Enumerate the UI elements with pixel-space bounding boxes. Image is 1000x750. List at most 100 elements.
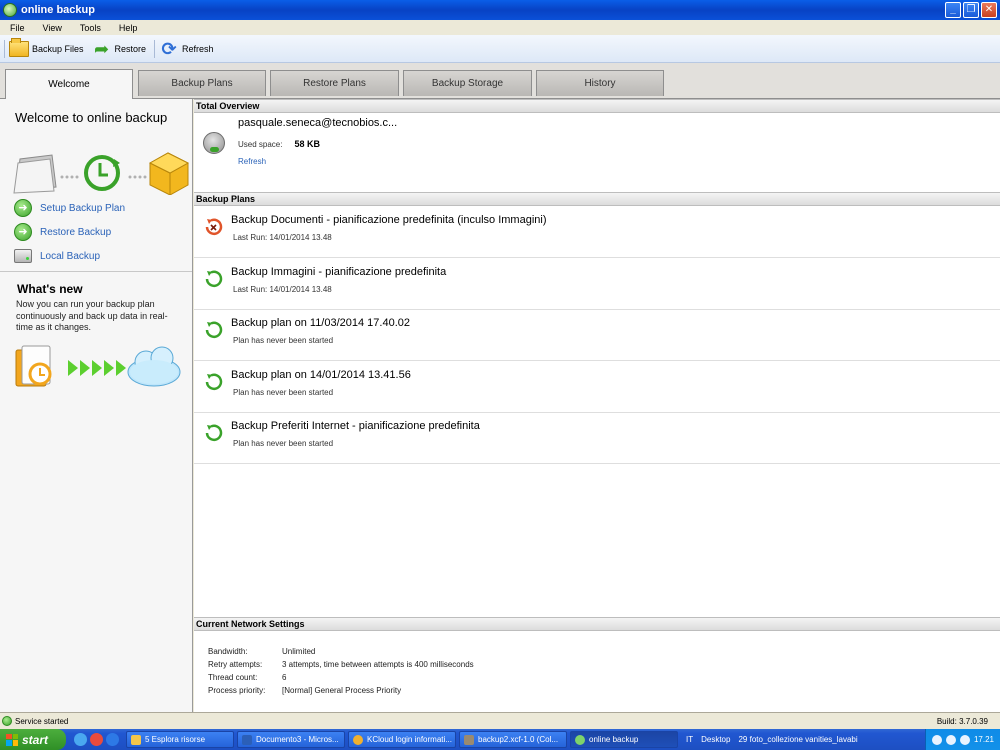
taskbar-item[interactable]: 5 Esplora risorse [126,731,234,748]
menu-help[interactable]: Help [109,23,146,33]
restore-label: Restore [114,43,147,54]
taskbar-item-label: Documento3 - Micros... [256,735,339,744]
folder-clock-icon [15,345,52,387]
taskbar-item-label: 5 Esplora risorse [145,735,206,744]
taskbar-item[interactable]: Documento3 - Micros... [237,731,345,748]
desktop-toolbar[interactable]: Desktop [701,735,730,744]
taskbar-item[interactable]: backup2.xcf-1.0 (Col... [459,731,567,748]
green-refresh-icon [205,321,223,339]
menu-view[interactable]: View [33,23,70,33]
tray-icon[interactable] [945,734,956,745]
clock[interactable]: 17.21 [974,735,994,744]
desktop-file-item[interactable]: 29 foto_collezione vanities_lavabi [738,735,858,744]
system-tray: 17.21 [924,729,1000,750]
network-key: Process priority: [208,686,266,695]
network-key: Thread count: [208,673,258,682]
online-backup-icon [575,734,585,745]
local-backup-link[interactable]: Local Backup [14,249,100,263]
used-space-value: 58 KB [294,139,320,149]
network-row-threads: Thread count: 6 [208,673,286,682]
backup-plan-item[interactable]: Backup plan on 11/03/2014 17.40.02 Plan … [194,310,1000,361]
network-row-priority: Process priority: [Normal] General Proce… [208,686,401,695]
maximize-button[interactable]: ❐ [963,2,979,18]
plan-name: Backup Documenti - pianificazione predef… [231,214,547,226]
minimize-button[interactable]: _ [945,2,961,18]
backup-plan-item[interactable]: Backup Preferiti Internet - pianificazio… [194,413,1000,464]
whats-new-text: Now you can run your backup plan continu… [16,299,168,332]
tab-restore-plans[interactable]: Restore Plans [270,70,399,96]
plan-status: Plan has never been started [233,388,334,397]
word-icon [242,734,252,745]
close-button[interactable]: ✕ [981,2,997,18]
build-version: Build: 3.7.0.39 [936,716,988,726]
folder-icon [9,37,29,57]
start-label: start [22,732,49,747]
network-value: 3 attempts, time between attempts is 400… [282,660,474,669]
setup-backup-plan-label: Setup Backup Plan [40,202,126,214]
chrome-icon [353,734,363,745]
tab-welcome[interactable]: Welcome [5,69,133,99]
taskbar-item[interactable]: KCloud login informati... [348,731,456,748]
network-row-bandwidth: Bandwidth: Unlimited [208,647,315,656]
folder-icon [131,734,141,745]
tray-icon[interactable] [959,734,970,745]
documents-icon [13,154,57,194]
dots-left [60,175,79,179]
quick-launch-icon[interactable] [74,733,87,746]
quick-launch-icon[interactable] [90,733,103,746]
menu-tools[interactable]: Tools [70,23,109,33]
taskbar-item-active[interactable]: online backup [570,731,678,748]
network-row-retry: Retry attempts: 3 attempts, time between… [208,660,474,669]
arrow-right-icon: ➜ [14,223,32,241]
sidebar-divider [0,271,192,272]
network-key: Retry attempts: [208,660,263,669]
used-space-label: Used space: [238,140,283,149]
backup-plan-item[interactable]: Backup Immagini - pianificazione predefi… [194,259,1000,310]
refresh-label: Refresh [182,43,214,54]
dots-right [128,175,147,179]
storage-box-icon [148,152,190,195]
menu-bar: File View Tools Help [0,20,1000,35]
arrow-right-icon: ➜ [14,199,32,217]
plan-name: Backup Immagini - pianificazione predefi… [231,266,447,278]
quick-launch-icon[interactable] [106,733,119,746]
plan-name: Backup Preferiti Internet - pianificazio… [231,420,480,432]
toolbar-grip [4,39,5,58]
refresh-button[interactable]: ⟳ Refresh [159,40,214,58]
overview-refresh-link[interactable]: Refresh [238,157,266,166]
taskbar-item-label: online backup [589,735,639,744]
welcome-title: Welcome to online backup [15,110,168,125]
restore-button[interactable]: ➦ Restore [92,40,147,58]
plan-status: Last Run: 14/01/2014 13.48 [233,285,332,294]
setup-backup-plan-link[interactable]: ➜ Setup Backup Plan [14,199,125,217]
menu-file[interactable]: File [0,23,33,33]
windows-taskbar: start 5 Esplora risorse Documento3 - Mic… [0,729,1000,750]
plan-status: Last Run: 14/01/2014 13.48 [233,233,332,242]
refresh-icon: ⟳ [161,38,177,59]
cloud-icon [127,346,181,387]
tab-backup-storage[interactable]: Backup Storage [403,70,532,96]
backup-plan-item[interactable]: Backup Documenti - pianificazione predef… [194,207,1000,258]
backup-flow-illustration [13,152,190,195]
backup-plan-item[interactable]: Backup plan on 14/01/2014 13.41.56 Plan … [194,362,1000,413]
tab-history[interactable]: History [536,70,664,96]
app-icon [3,3,17,17]
restore-backup-label: Restore Backup [40,226,112,238]
toolbar-separator [154,39,156,58]
window-titlebar[interactable]: online backup _ ❐ ✕ [0,0,1000,20]
start-button[interactable]: start [0,729,66,750]
backup-files-button[interactable]: Backup Files [9,37,84,57]
taskbar-item-label: backup2.xcf-1.0 (Col... [478,735,559,744]
tray-icon[interactable] [931,734,942,745]
taskbar-item-label: KCloud login informati... [367,735,452,744]
restore-backup-link[interactable]: ➜ Restore Backup [14,223,111,241]
green-refresh-icon [205,373,223,391]
tab-backup-plans[interactable]: Backup Plans [138,70,266,96]
backup-plans-header: Backup Plans [194,192,1000,206]
status-bar: Service started Build: 3.7.0.39 [0,712,1000,729]
toolbar: Backup Files ➦ Restore ⟳ Refresh [0,35,1000,63]
hard-drive-icon [14,249,32,263]
language-indicator[interactable]: IT [686,735,693,744]
tab-bar: Welcome Backup Plans Restore Plans Backu… [0,63,1000,99]
whats-new-title: What's new [17,282,83,296]
